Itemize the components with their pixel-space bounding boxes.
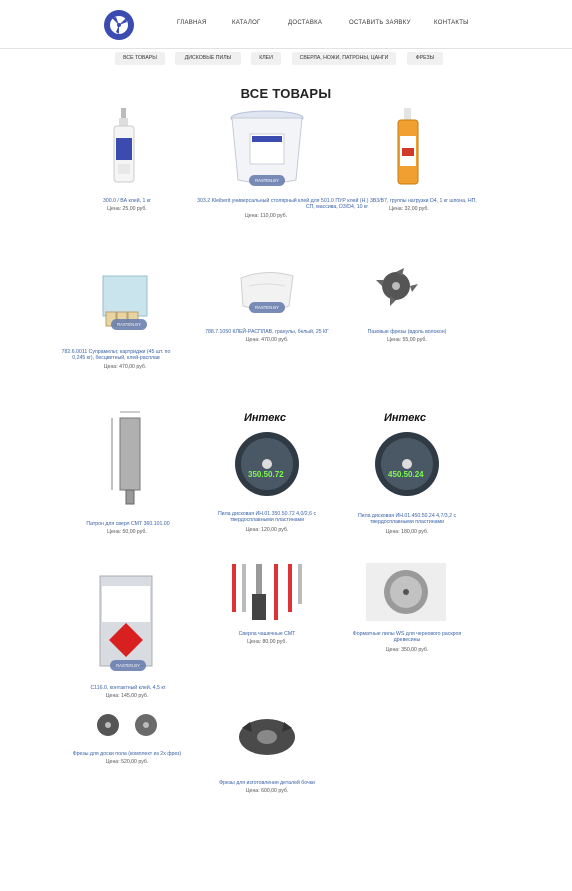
product-image-drill-chuck[interactable] [106, 410, 152, 510]
product-name[interactable]: 788.7.1050 КЛЕЙ-РАСПЛАВ, гранулы, белый,… [190, 329, 344, 335]
category-all[interactable]: ВСЕ ТОВАРЫ [115, 52, 165, 65]
product-price: Цена: 520,00 руб. [105, 759, 149, 765]
product-name[interactable]: Патрон для сверл СМТ 360.101.00 [70, 521, 186, 527]
product-image-saw-blade[interactable] [372, 412, 442, 498]
saw-label: 450.50.24 [388, 470, 424, 479]
watermark-badge: RASTEN.BY [249, 302, 285, 313]
nav-home[interactable]: ГЛАВНАЯ [177, 20, 207, 26]
product-name[interactable]: Пила дисковая ИН.01.450.50.24 4,7/3,2 с … [346, 513, 468, 526]
product-image-pur-bottle[interactable] [394, 108, 422, 186]
product-image-barrel-mills[interactable] [236, 714, 298, 760]
product-image-glue-bottle[interactable] [110, 108, 138, 184]
category-drills[interactable]: СВЕРЛА, НОЖИ, ПАТРОНЫ, ЦАНГИ [292, 52, 396, 65]
product-price: Цена: 120,00 руб. [245, 527, 289, 533]
logo-icon [110, 16, 128, 34]
product-name[interactable]: 300.0 / ВА клей, 1 кг [92, 198, 162, 204]
nav-delivery[interactable]: ДОСТАВКА [288, 20, 322, 26]
nav-contacts[interactable]: КОНТАКТЫ [434, 20, 469, 26]
saw-brand: Интекс [384, 412, 427, 424]
category-glue[interactable]: КЛЕИ [251, 52, 281, 65]
product-price: Цена: 110,00 руб. [244, 213, 288, 219]
saw-brand: Интекс [244, 412, 287, 424]
product-name[interactable]: Фрезы для изготовления деталей бочки [206, 780, 328, 786]
site-logo[interactable] [104, 10, 134, 40]
product-name[interactable]: Пила дисковая ИН.01.350.50.72 4,0/2,6 с … [206, 511, 328, 524]
product-price: Цена: 470,00 руб. [245, 337, 289, 343]
nav-request[interactable]: ОСТАВИТЬ ЗАЯВКУ [349, 20, 411, 26]
product-price: Цена: 32,00 руб. [389, 206, 429, 212]
product-name[interactable]: Форматные пилы WS для чернового раскроя … [340, 631, 474, 644]
product-price: Цена: 55,00 руб. [387, 337, 427, 343]
product-price: Цена: 350,00 руб. [385, 647, 429, 653]
product-price: Цена: 600,00 руб. [245, 788, 289, 794]
site-header: ГЛАВНАЯ КАТАЛОГ ДОСТАВКА ОСТАВИТЬ ЗАЯВКУ… [0, 0, 572, 49]
product-name[interactable]: 782.6.0011 Супрамельт, картриджи (45 шт.… [56, 349, 176, 362]
category-mills[interactable]: ФРЕЗЫ [407, 52, 443, 65]
product-image-floor-mills[interactable] [90, 712, 168, 738]
nav-catalog[interactable]: КАТАЛОГ [232, 20, 261, 26]
product-image-cup-drills[interactable] [228, 562, 308, 624]
product-image-groove-mill[interactable] [374, 266, 422, 306]
category-saws[interactable]: ДИСКОВЫЕ ПИЛЫ [175, 52, 241, 65]
saw-label: 350.50.72 [248, 470, 284, 479]
product-name[interactable]: Пазовые фрезы (вдоль волокон) [352, 329, 462, 335]
product-name[interactable]: С116.0, контактный клей, 4,5 кг [70, 685, 186, 691]
watermark-badge: RASTEN.BY [249, 175, 285, 186]
product-image-format-saw[interactable] [366, 563, 446, 621]
watermark-badge: RASTEN.BY [110, 660, 146, 671]
watermark-badge: RASTEN.BY [111, 319, 147, 330]
product-name[interactable]: Сверла чашечные СМТ [222, 631, 312, 637]
product-price: Цена: 145,00 руб. [105, 693, 149, 699]
product-price: Цена: 25,00 руб. [107, 206, 147, 212]
product-image-contact-glue-can[interactable] [96, 572, 156, 672]
product-image-saw-blade[interactable] [232, 412, 302, 498]
product-price: Цена: 180,00 руб. [385, 529, 429, 535]
product-price: Цена: 470,00 руб. [103, 364, 147, 370]
product-price: Цена: 50,00 руб. [107, 529, 147, 535]
product-name[interactable]: Фрезы для доски пола (комплект из 2х фре… [62, 751, 192, 757]
product-price: Цена: 80,00 руб. [247, 639, 287, 645]
page-title: ВСЕ ТОВАРЫ [240, 86, 332, 101]
